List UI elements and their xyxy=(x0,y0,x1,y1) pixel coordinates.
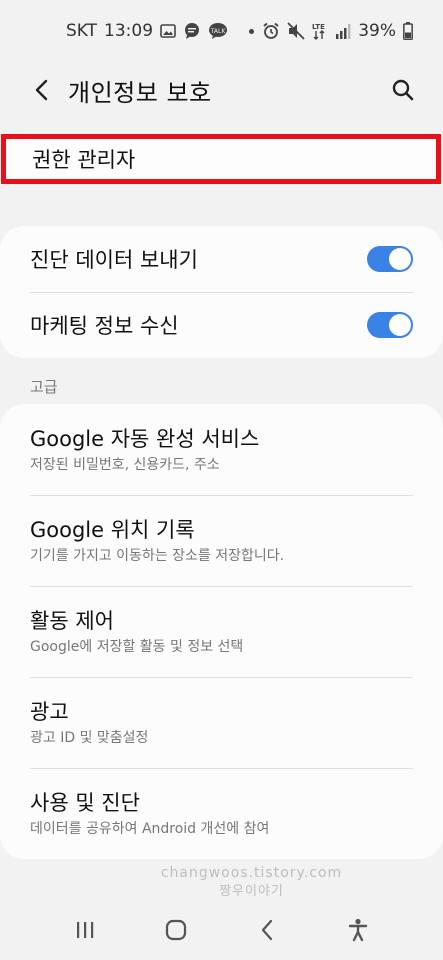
google-location-history-title: Google 위치 기록 xyxy=(30,517,195,542)
permission-manager-label: 권한 관리자 xyxy=(32,148,136,172)
gallery-icon xyxy=(160,24,176,38)
lte-icon: LTE xyxy=(312,22,328,40)
back-arrow-icon xyxy=(261,919,272,941)
diagnostic-data-switch[interactable] xyxy=(367,246,413,272)
svg-text:LTE: LTE xyxy=(312,23,325,31)
accessibility-icon xyxy=(348,918,367,942)
ads-subtitle: 광고 ID 및 맞춤설정 xyxy=(30,729,149,746)
permission-manager-item[interactable]: 권한 관리자 xyxy=(6,139,436,179)
notification-dot-icon xyxy=(249,28,255,34)
advanced-card: Google 자동 완성 서비스 저장된 비밀번호, 신용카드, 주소 Goog… xyxy=(0,404,443,859)
switch-knob xyxy=(389,314,411,336)
diagnostic-data-label: 진단 데이터 보내기 xyxy=(30,248,198,272)
diagnostic-data-row[interactable]: 진단 데이터 보내기 xyxy=(0,226,443,292)
page-title: 개인정보 보호 xyxy=(68,78,212,107)
highlight-frame: 권한 관리자 xyxy=(1,134,441,184)
usage-diagnostics-subtitle: 데이터를 공유하여 Android 개선에 참여 xyxy=(30,820,270,837)
activity-controls-subtitle: Google에 저장할 활동 및 정보 선택 xyxy=(30,638,244,655)
marketing-info-row[interactable]: 마케팅 정보 수신 xyxy=(0,292,443,358)
carrier: SKT xyxy=(66,21,98,41)
svg-text:TALK: TALK xyxy=(210,28,227,35)
signal-icon xyxy=(335,23,351,39)
navigation-bar xyxy=(0,900,443,960)
home-button[interactable] xyxy=(154,908,198,952)
battery-icon xyxy=(403,22,413,40)
usage-diagnostics-item[interactable]: 사용 및 진단 데이터를 공유하여 Android 개선에 참여 xyxy=(0,768,443,859)
clock: 13:09 xyxy=(104,21,154,41)
accessibility-button[interactable] xyxy=(336,908,380,952)
status-bar: SKT 13:09 TALK LTE 39% xyxy=(0,0,443,62)
activity-controls-item[interactable]: 활동 제어 Google에 저장할 활동 및 정보 선택 xyxy=(0,586,443,677)
ads-item[interactable]: 광고 광고 ID 및 맞춤설정 xyxy=(0,677,443,768)
watermark-name: 짱우이야기 xyxy=(219,884,284,899)
search-button[interactable] xyxy=(383,70,423,110)
search-icon xyxy=(392,79,414,101)
advanced-section-header: 고급 xyxy=(30,378,58,396)
app-bar: 개인정보 보호 xyxy=(0,62,443,118)
back-button[interactable] xyxy=(22,70,62,110)
activity-controls-title: 활동 제어 xyxy=(30,608,114,633)
marketing-info-label: 마케팅 정보 수신 xyxy=(30,314,179,338)
alarm-icon xyxy=(262,22,280,40)
google-location-history-item[interactable]: Google 위치 기록 기기를 가지고 이동하는 장소를 저장합니다. xyxy=(0,495,443,586)
ads-title: 광고 xyxy=(30,699,69,724)
google-autofill-title: Google 자동 완성 서비스 xyxy=(30,426,260,451)
talk-icon: TALK xyxy=(208,23,228,39)
home-icon xyxy=(166,919,187,941)
recent-apps-icon xyxy=(77,922,94,938)
status-right: LTE 39% xyxy=(262,21,413,41)
google-autofill-item[interactable]: Google 자동 완성 서비스 저장된 비밀번호, 신용카드, 주소 xyxy=(0,404,443,495)
google-location-history-subtitle: 기기를 가지고 이동하는 장소를 저장합니다. xyxy=(30,547,285,564)
marketing-info-switch[interactable] xyxy=(367,312,413,338)
recent-apps-button[interactable] xyxy=(63,908,107,952)
google-autofill-subtitle: 저장된 비밀번호, 신용카드, 주소 xyxy=(30,456,220,473)
battery-percent: 39% xyxy=(358,21,396,41)
mute-icon xyxy=(287,22,305,40)
chevron-left-icon xyxy=(35,79,48,101)
back-nav-button[interactable] xyxy=(245,908,289,952)
usage-diagnostics-title: 사용 및 진단 xyxy=(30,790,140,815)
screen: SKT 13:09 TALK LTE 39% 개인정보 보호 권한 관리자 진단… xyxy=(0,0,443,960)
status-left: SKT 13:09 TALK xyxy=(66,21,255,41)
switch-knob xyxy=(389,248,411,270)
watermark-url: changwoos.tistory.com xyxy=(160,865,343,881)
toggles-card: 진단 데이터 보내기 마케팅 정보 수신 xyxy=(0,226,443,358)
chat-icon xyxy=(183,23,201,39)
